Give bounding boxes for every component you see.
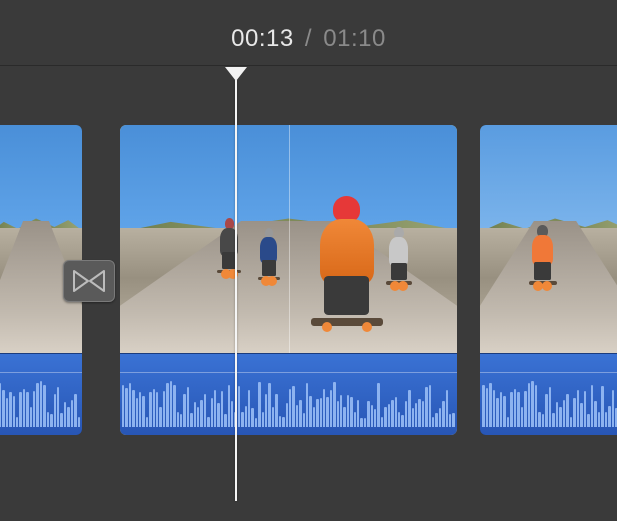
- clip-thumbnail: [120, 125, 457, 353]
- transition-cross-dissolve[interactable]: [63, 260, 115, 302]
- clip-thumbnail: [480, 125, 617, 353]
- audio-volume-line[interactable]: [0, 372, 82, 373]
- audio-track[interactable]: [0, 353, 82, 435]
- current-time: 00:13: [231, 25, 294, 52]
- total-duration: 01:10: [323, 25, 386, 52]
- audio-waveform: [480, 375, 617, 427]
- audio-track[interactable]: [120, 353, 457, 435]
- time-display: 00:13 / 01:10: [0, 25, 617, 53]
- audio-volume-line[interactable]: [480, 372, 617, 373]
- clip-thumbnail: [0, 125, 82, 353]
- audio-waveform: [120, 375, 457, 427]
- audio-volume-line[interactable]: [120, 372, 457, 373]
- playhead-marker-icon[interactable]: [225, 67, 247, 81]
- time-separator: /: [305, 25, 312, 52]
- video-clip-2[interactable]: [120, 125, 457, 435]
- audio-waveform: [0, 375, 82, 427]
- skater-figure-icon: [255, 228, 283, 280]
- video-clip-3[interactable]: [480, 125, 617, 435]
- audio-track[interactable]: [480, 353, 617, 435]
- skater-figure-icon: [302, 196, 392, 326]
- timeline-ruler: [0, 65, 617, 66]
- skater-figure-icon: [214, 218, 244, 273]
- skater-figure-icon: [525, 225, 560, 285]
- cross-dissolve-icon: [73, 269, 105, 293]
- playhead-line[interactable]: [235, 80, 237, 501]
